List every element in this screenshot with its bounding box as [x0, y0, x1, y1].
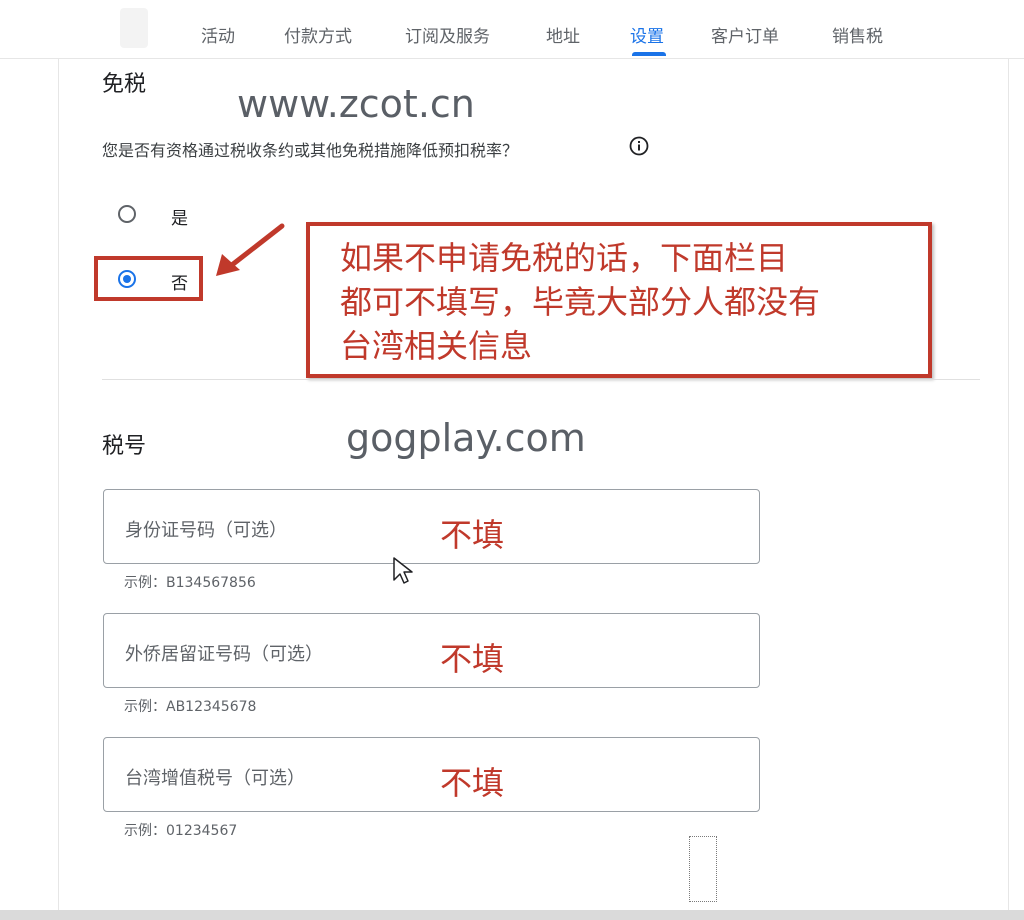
tab-subscriptions[interactable]: 订阅及服务 [405, 22, 490, 47]
callout-line-2: 都可不填写，毕竟大部分人都没有 [340, 283, 821, 321]
section-divider [102, 379, 980, 380]
mouse-cursor-icon [393, 557, 413, 584]
watermark-middle: gogplay.com [346, 416, 586, 460]
dotted-placeholder-box [689, 836, 717, 902]
callout-line-1: 如果不申请免税的话，下面栏目 [340, 239, 789, 277]
exemption-heading: 免税 [102, 72, 147, 97]
radio-yes-label: 是 [171, 209, 188, 229]
alien-residence-number-example: 示例：AB12345678 [124, 699, 257, 715]
radio-yes[interactable] [118, 205, 136, 223]
taiwan-vat-number-field[interactable]: 台湾增值税号（可选） 不填 [103, 737, 760, 812]
active-tab-indicator [632, 52, 666, 56]
fill-note-3: 不填 [440, 764, 505, 802]
info-circle-icon[interactable] [629, 136, 649, 156]
taiwan-vat-number-placeholder: 台湾增值税号（可选） [125, 768, 305, 789]
fill-note-1: 不填 [440, 516, 505, 554]
fill-note-2: 不填 [440, 640, 505, 678]
radio-no[interactable] [118, 270, 136, 288]
annotation-arrow-icon [216, 223, 285, 276]
callout-line-3: 台湾相关信息 [340, 327, 533, 365]
id-card-number-field[interactable]: 身份证号码（可选） 不填 [103, 489, 760, 564]
content-frame-right [1008, 58, 1009, 920]
annotation-callout: 如果不申请免税的话，下面栏目 都可不填写，毕竟大部分人都没有 台湾相关信息 [306, 222, 932, 378]
id-card-number-example: 示例：B134567856 [124, 575, 256, 591]
tab-settings[interactable]: 设置 [630, 22, 664, 47]
radio-no-label: 否 [171, 274, 188, 294]
tax-id-heading: 税号 [102, 434, 147, 459]
nav-left-edge [120, 8, 148, 48]
alien-residence-number-placeholder: 外侨居留证号码（可选） [125, 644, 323, 665]
top-navigation: 活动 付款方式 订阅及服务 地址 设置 客户订单 销售税 [0, 0, 1024, 59]
id-card-number-placeholder: 身份证号码（可选） [125, 520, 287, 541]
tab-payment-methods[interactable]: 付款方式 [284, 22, 352, 47]
tab-customer-orders[interactable]: 客户订单 [711, 22, 779, 47]
content-frame-left [58, 58, 59, 920]
bottom-scroll-bar[interactable] [0, 910, 1024, 920]
exemption-question: 您是否有资格通过税收条约或其他免税措施降低预扣税率？ [102, 141, 519, 160]
watermark-top: www.zcot.cn [237, 82, 475, 126]
taiwan-vat-number-example: 示例：01234567 [124, 823, 238, 839]
tab-activity[interactable]: 活动 [201, 22, 235, 47]
tab-sales-tax[interactable]: 销售税 [832, 22, 883, 47]
tab-address[interactable]: 地址 [546, 22, 580, 47]
alien-residence-number-field[interactable]: 外侨居留证号码（可选） 不填 [103, 613, 760, 688]
